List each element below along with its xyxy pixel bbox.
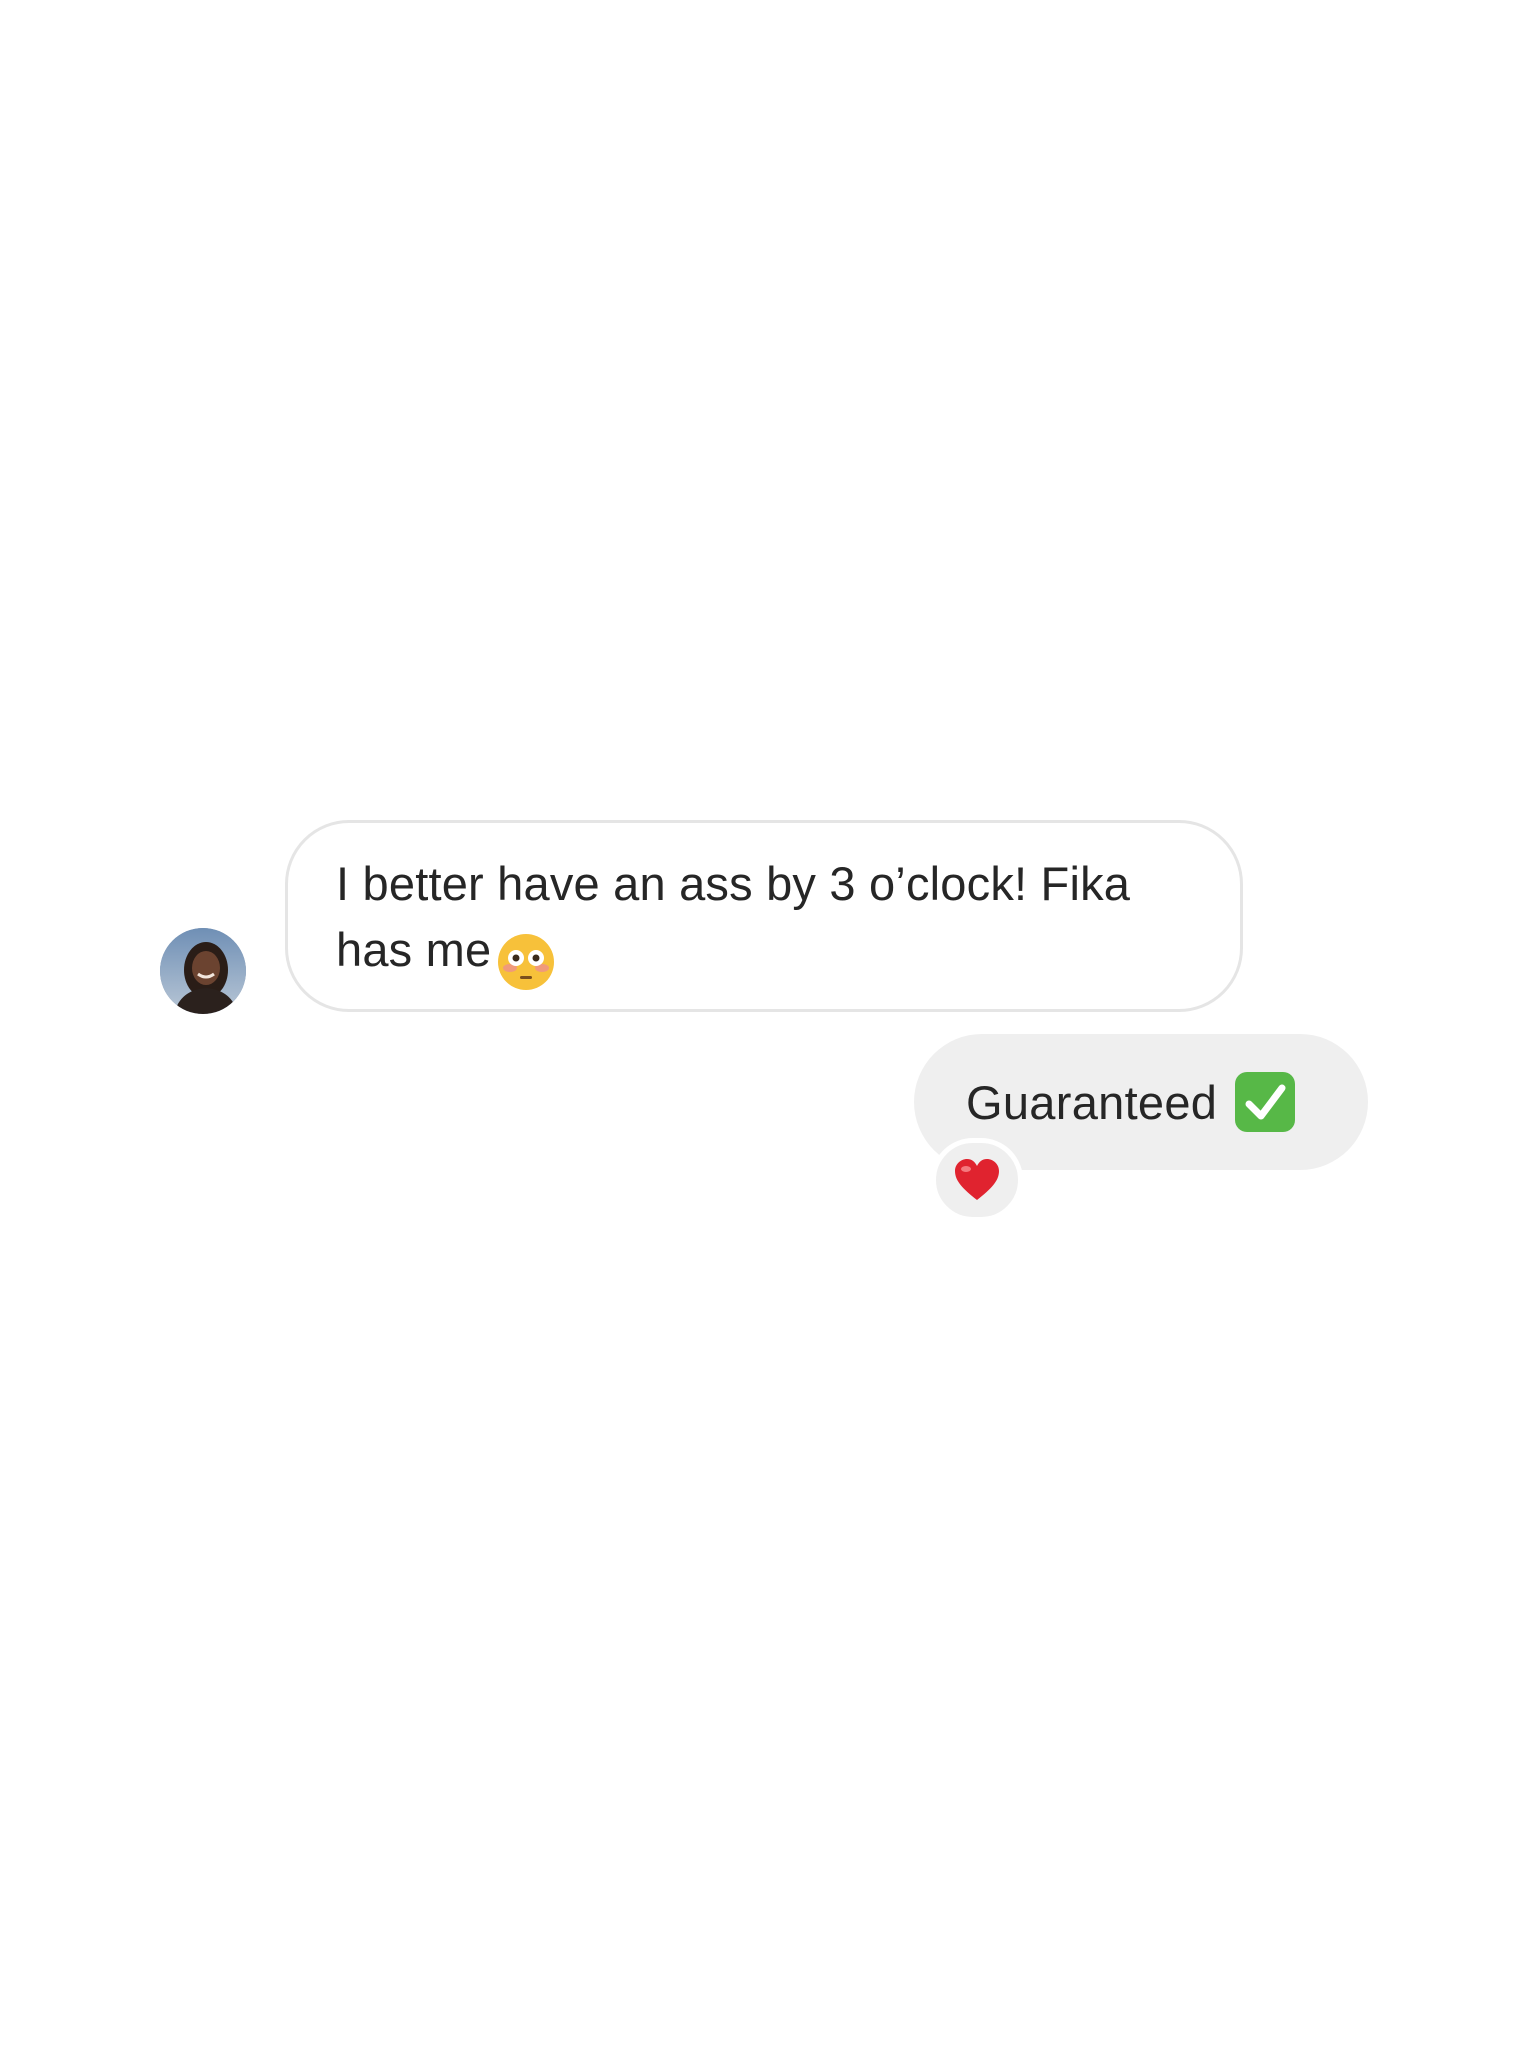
- received-message-text: I better have an ass by 3 o’clock! Fika …: [336, 857, 1131, 976]
- sent-message-text: Guaranteed: [966, 1075, 1218, 1129]
- received-message-bubble[interactable]: I better have an ass by 3 o’clock! Fika …: [285, 820, 1243, 1012]
- heart-reaction-badge[interactable]: [931, 1138, 1023, 1222]
- message-thread: I better have an ass by 3 o’clock! Fika …: [0, 0, 1536, 2048]
- flushed-face-icon: [496, 932, 556, 992]
- check-mark-button-icon: [1233, 1070, 1297, 1134]
- sender-avatar[interactable]: [160, 928, 246, 1014]
- red-heart-icon: [955, 1159, 999, 1200]
